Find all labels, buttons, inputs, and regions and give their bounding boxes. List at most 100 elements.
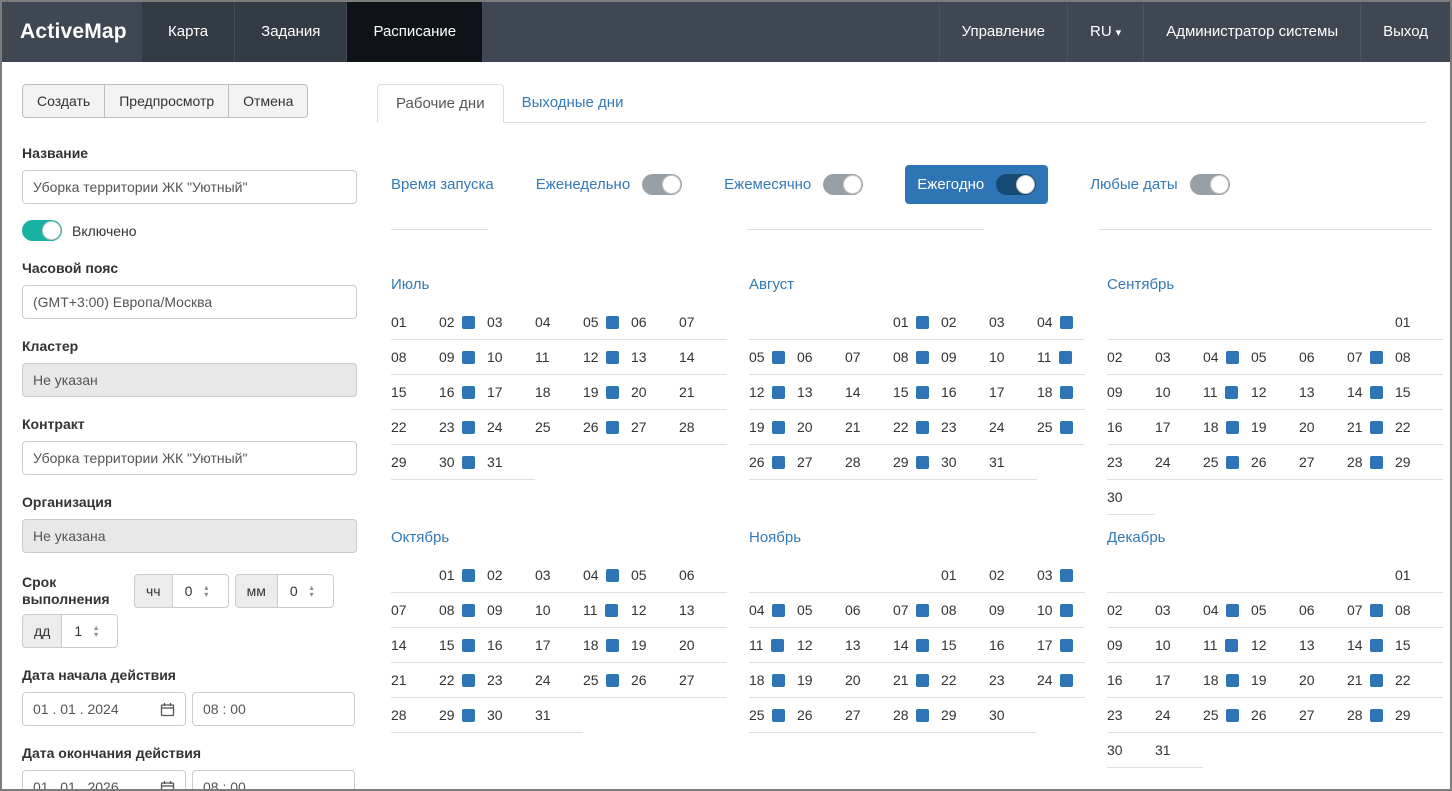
day-cell[interactable]: 19 [749,410,797,445]
day-cell[interactable]: 13 [845,628,893,663]
day-cell[interactable]: 20 [631,375,679,410]
day-cell[interactable]: 28 [1347,445,1395,480]
day-cell[interactable]: 31 [1155,733,1203,768]
day-cell[interactable]: 05 [583,305,631,340]
day-cell[interactable]: 02 [989,558,1037,593]
day-cell[interactable]: 05 [1251,593,1299,628]
day-cell[interactable]: 26 [797,698,845,733]
day-cell[interactable]: 01 [391,305,439,340]
day-cell[interactable]: 07 [845,340,893,375]
day-checkbox[interactable] [462,709,475,722]
day-checkbox[interactable] [462,639,475,652]
day-cell[interactable]: 29 [941,698,989,733]
day-cell[interactable]: 22 [439,663,487,698]
day-cell[interactable]: 21 [679,375,727,410]
day-cell[interactable]: 25 [1203,698,1251,733]
day-cell[interactable]: 05 [749,340,797,375]
enabled-toggle[interactable] [22,220,62,241]
nav-management[interactable]: Управление [939,2,1067,62]
day-cell[interactable]: 15 [941,628,989,663]
day-cell[interactable]: 04 [1203,593,1251,628]
day-cell[interactable]: 24 [1155,445,1203,480]
day-cell[interactable]: 11 [535,340,583,375]
day-cell[interactable]: 18 [535,375,583,410]
day-cell[interactable]: 30 [941,445,989,480]
day-cell[interactable]: 04 [749,593,797,628]
day-checkbox[interactable] [1370,709,1383,722]
day-cell[interactable]: 10 [989,340,1037,375]
start-date-input[interactable]: 01 . 01 . 2024 [22,692,186,726]
day-cell[interactable]: 11 [749,628,797,663]
day-cell[interactable]: 19 [583,375,631,410]
day-cell[interactable]: 13 [797,375,845,410]
day-cell[interactable]: 14 [1347,375,1395,410]
day-cell[interactable]: 24 [1155,698,1203,733]
day-cell[interactable]: 24 [487,410,535,445]
day-checkbox[interactable] [1226,456,1239,469]
day-cell[interactable]: 26 [631,663,679,698]
day-cell[interactable]: 03 [989,305,1037,340]
day-cell[interactable]: 17 [1037,628,1085,663]
day-cell[interactable]: 22 [893,410,941,445]
day-cell[interactable]: 26 [749,445,797,480]
day-cell[interactable]: 10 [1037,593,1085,628]
calendar-icon[interactable] [160,702,175,717]
day-checkbox[interactable] [1370,674,1383,687]
day-cell[interactable]: 05 [631,558,679,593]
day-cell[interactable]: 29 [893,445,941,480]
day-checkbox[interactable] [772,421,785,434]
contract-input[interactable]: Уборка территории ЖК "Уютный" [22,441,357,475]
day-cell[interactable]: 16 [1107,410,1155,445]
day-checkbox[interactable] [462,569,475,582]
day-cell[interactable]: 01 [893,305,941,340]
day-checkbox[interactable] [605,604,618,617]
day-cell[interactable]: 06 [1299,593,1347,628]
day-cell[interactable]: 26 [1251,445,1299,480]
day-cell[interactable]: 27 [797,445,845,480]
day-cell[interactable]: 19 [1251,410,1299,445]
day-checkbox[interactable] [1060,316,1073,329]
day-checkbox[interactable] [772,351,785,364]
day-cell[interactable]: 25 [583,663,631,698]
day-cell[interactable]: 22 [1395,410,1443,445]
day-cell[interactable]: 15 [1395,628,1443,663]
day-checkbox[interactable] [462,316,475,329]
day-checkbox[interactable] [772,604,785,617]
day-cell[interactable]: 31 [535,698,583,733]
day-checkbox[interactable] [771,639,784,652]
day-cell[interactable]: 23 [487,663,535,698]
day-cell[interactable]: 02 [439,305,487,340]
day-checkbox[interactable] [1370,604,1383,617]
day-cell[interactable]: 28 [391,698,439,733]
calendar-icon[interactable] [160,780,175,791]
day-cell[interactable]: 25 [749,698,797,733]
day-cell[interactable]: 14 [893,628,941,663]
day-cell[interactable]: 22 [941,663,989,698]
day-checkbox[interactable] [606,386,619,399]
day-checkbox[interactable] [1060,569,1073,582]
day-checkbox[interactable] [1226,709,1239,722]
day-cell[interactable]: 20 [845,663,893,698]
day-checkbox[interactable] [1226,421,1239,434]
day-checkbox[interactable] [772,386,785,399]
launch-time-link[interactable]: Время запуска [391,176,494,193]
day-cell[interactable]: 19 [1251,663,1299,698]
day-checkbox[interactable] [1226,351,1239,364]
day-cell[interactable]: 02 [487,558,535,593]
day-checkbox[interactable] [1059,351,1072,364]
day-cell[interactable]: 17 [535,628,583,663]
day-cell[interactable]: 13 [679,593,727,628]
minutes-input[interactable]: 0 ▴▾ [278,574,334,608]
timezone-input[interactable]: (GMT+3:00) Европа/Москва [22,285,357,319]
spinner-arrows-icon[interactable]: ▴▾ [94,624,98,638]
day-checkbox[interactable] [916,351,929,364]
day-cell[interactable]: 09 [1107,628,1155,663]
day-cell[interactable]: 10 [1155,628,1203,663]
day-cell[interactable]: 08 [893,340,941,375]
day-cell[interactable]: 06 [845,593,893,628]
day-cell[interactable]: 20 [679,628,727,663]
day-checkbox[interactable] [462,674,475,687]
day-cell[interactable]: 23 [439,410,487,445]
day-checkbox[interactable] [1370,351,1383,364]
day-cell[interactable]: 22 [391,410,439,445]
